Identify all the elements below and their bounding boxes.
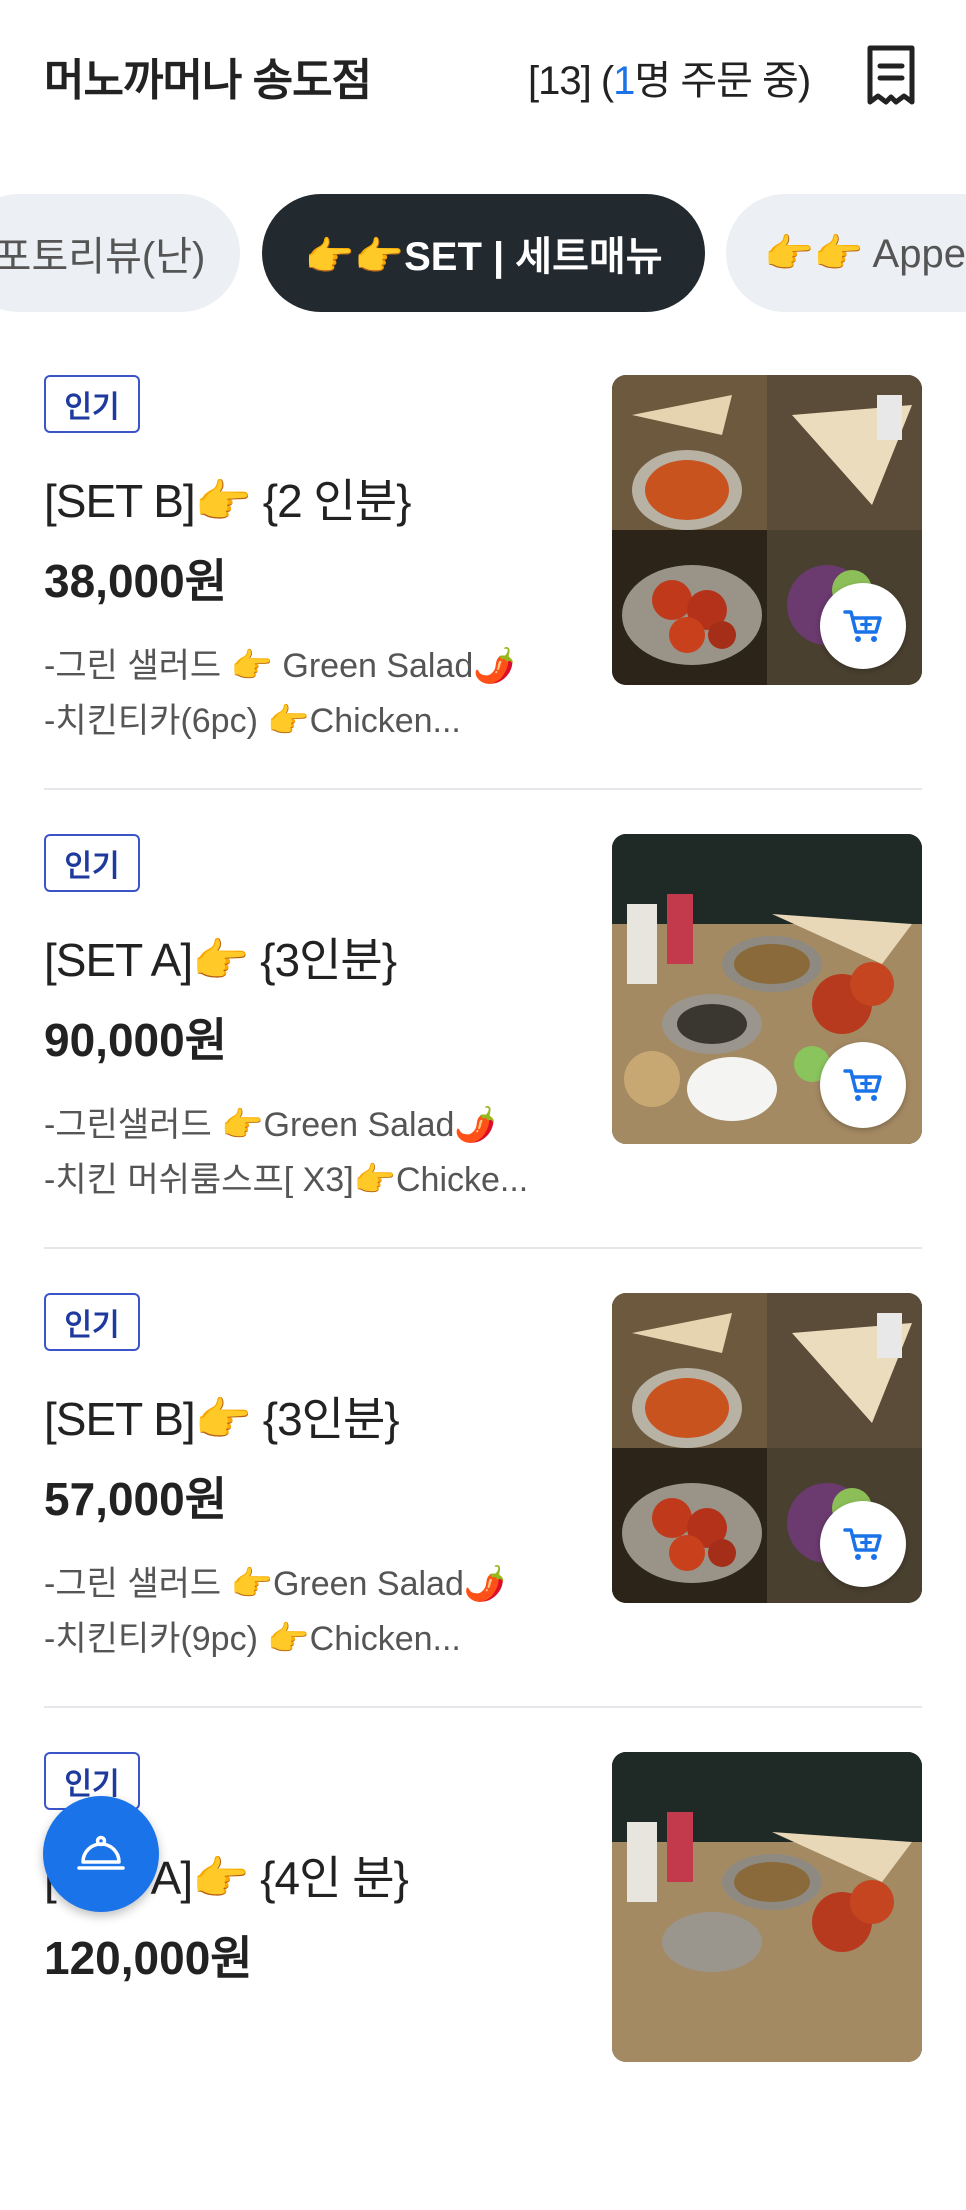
add-to-cart-button[interactable] (820, 1501, 906, 1587)
item-photo[interactable] (612, 1752, 922, 2062)
menu-item[interactable]: 인기 [SET A]👉 {3인분} 90,000원 -그린샐러드 👉Green … (0, 834, 966, 1292)
menu-item[interactable]: 인기 [SET B]👉 {3인분} 57,000원 -그린 샐러드 👉Green… (0, 1293, 966, 1751)
add-to-cart-icon (843, 1528, 882, 1560)
item-photo[interactable] (612, 375, 922, 685)
tab-set-menu[interactable]: 👉👉SET | 세트매뉴 (262, 194, 705, 312)
item-description-line: -그린 샐러드 👉Green Salad🌶️ (44, 1565, 507, 1603)
order-status-prefix: [13] ( (528, 59, 614, 103)
item-divider (44, 788, 922, 790)
order-status[interactable]: [13] (1명 주문 중) (528, 48, 811, 106)
item-description-line: -그린 샐러드 👉 Green Salad🌶️ (44, 647, 516, 685)
item-description-line: -치킨 머쉬룸스프[ X3]👉Chicke... (44, 1161, 529, 1199)
item-name: [SET B]👉 {3인분} (44, 1393, 400, 1445)
item-description-line: -치킨티카(9pc) 👉Chicken... (44, 1620, 461, 1658)
call-staff-button[interactable] (43, 1796, 159, 1912)
item-photo[interactable] (612, 1293, 922, 1603)
tab-photo-review[interactable]: 포토리뷰(난) (0, 194, 240, 312)
add-to-cart-button[interactable] (820, 583, 906, 669)
order-count: 1 (613, 59, 635, 103)
add-to-cart-button[interactable] (820, 1042, 906, 1128)
menu-item[interactable]: 인기 [SET B]👉 {2 인분} 38,000원 -그린 샐러드 👉 Gre… (0, 375, 966, 833)
item-divider (44, 1706, 922, 1708)
add-to-cart-icon (843, 1069, 882, 1101)
item-price: 38,000원 (44, 555, 228, 607)
cloche-service-icon (77, 1835, 125, 1870)
item-description: -그린 샐러드 👉Green Salad🌶️ -치킨티카(9pc) 👉Chick… (44, 1557, 564, 1667)
item-photo[interactable] (612, 834, 922, 1144)
item-description-line: -그린샐러드 👉Green Salad🌶️ (44, 1106, 497, 1144)
app-header: 머노까머나 송도점 [13] (1명 주문 중) (0, 0, 966, 150)
popular-badge: 인기 (44, 1293, 140, 1351)
item-description: -그린 샐러드 👉 Green Salad🌶️ -치킨티카(6pc) 👉Chic… (44, 639, 564, 749)
order-status-suffix: 명 주문 중) (634, 59, 811, 103)
add-to-cart-icon (843, 610, 882, 642)
store-name: 머노까머나 송도점 (44, 56, 372, 105)
category-tabs: 포토리뷰(난) 👉👉SET | 세트매뉴 👉👉 Appe (0, 194, 966, 312)
item-name: [SET B]👉 {2 인분} (44, 475, 411, 527)
receipt-icon[interactable] (862, 44, 920, 106)
tab-appetizer[interactable]: 👉👉 Appe (726, 194, 966, 312)
item-divider (44, 1247, 922, 1249)
item-description-line: -치킨티카(6pc) 👉Chicken... (44, 702, 461, 740)
popular-badge: 인기 (44, 375, 140, 433)
item-price: 90,000원 (44, 1014, 228, 1066)
item-name: [SET A]👉 {3인분} (44, 934, 397, 986)
popular-badge: 인기 (44, 834, 140, 892)
item-description: -그린샐러드 👉Green Salad🌶️ -치킨 머쉬룸스프[ X3]👉Chi… (44, 1098, 564, 1208)
item-price: 57,000원 (44, 1473, 228, 1525)
item-price: 120,000원 (44, 1932, 253, 1984)
